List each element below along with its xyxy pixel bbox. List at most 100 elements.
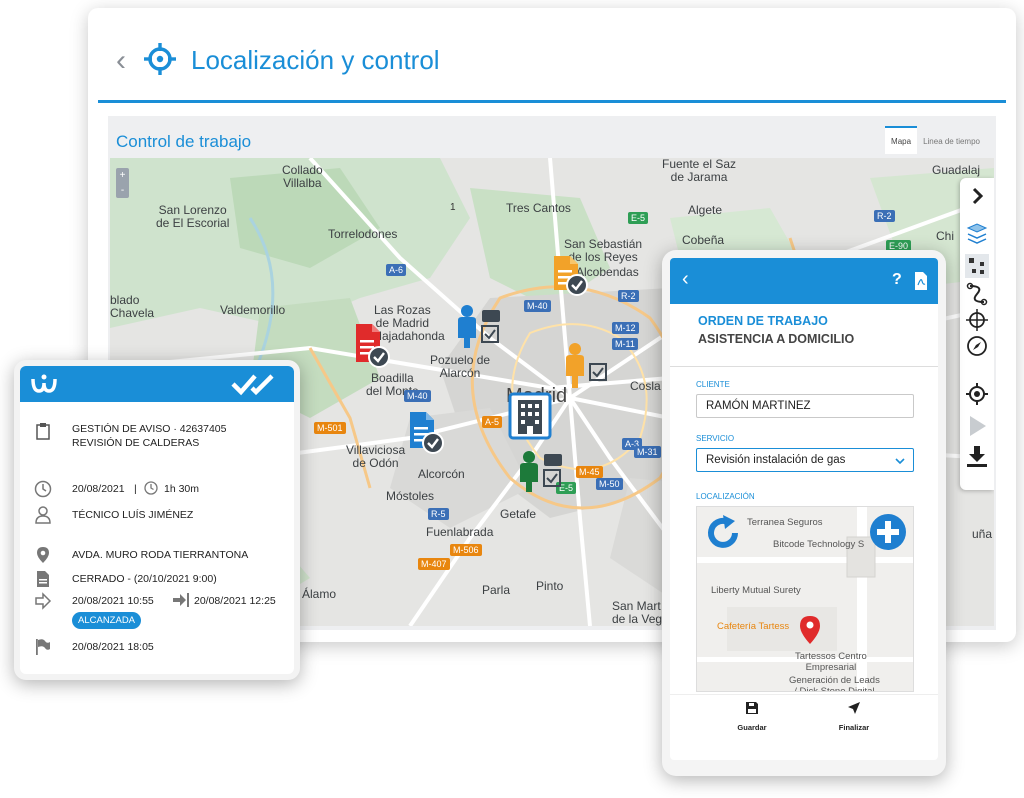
place-label: Getafe <box>500 507 537 521</box>
road-label: M-31 <box>634 446 661 458</box>
map-poi-label: Terranea Seguros <box>747 517 823 528</box>
grid-points-icon[interactable] <box>965 254 989 278</box>
work-order-subtitle: ASISTENCIA A DOMICILIO <box>698 332 855 346</box>
map-poi-label: Generación de Leads / Dick Stone Digital <box>789 675 880 692</box>
timer-icon <box>144 481 158 495</box>
tab-map[interactable]: Mapa <box>885 126 918 154</box>
chevron-right-icon[interactable] <box>965 184 989 208</box>
composite-stage: ‹ Localización y control Control de trab… <box>0 0 1024 798</box>
check-badge-icon <box>422 432 444 454</box>
back-chevron-icon[interactable]: ‹ <box>116 46 126 76</box>
date-separator: | <box>134 483 137 495</box>
road-label: M-40 <box>524 300 551 312</box>
notice-technician: TÉCNICO LUÍS JIMÉNEZ <box>72 509 194 521</box>
client-field[interactable]: RAMÓN MARTINEZ <box>696 394 914 418</box>
road-label: M-45 <box>576 466 603 478</box>
work-order-device: ‹ ? ORDEN DE TRABAJO ASISTENCIA A DOMICI… <box>662 250 946 776</box>
finish-button[interactable]: Finalizar <box>824 701 884 732</box>
road-label: M-40 <box>404 390 431 402</box>
compass-icon[interactable] <box>965 334 989 358</box>
notice-card: GESTIÓN DE AVISO · 42637405 REVISIÓN DE … <box>14 360 300 680</box>
file-icon <box>37 571 49 587</box>
tab-timeline[interactable]: Linea de tiempo <box>917 126 986 154</box>
notice-date: 20/08/2021 <box>72 483 125 495</box>
road-label: R-2 <box>874 210 895 222</box>
person-briefcase-icon <box>458 305 500 348</box>
download-icon[interactable] <box>965 444 989 468</box>
work-order-actions: Guardar Finalizar <box>670 694 938 738</box>
play-icon[interactable] <box>965 414 989 438</box>
road-label: M-407 <box>418 558 450 570</box>
zoom-out-button[interactable]: - <box>116 183 129 198</box>
brand-logo-icon <box>31 374 57 393</box>
place-label: Pinto <box>536 579 564 593</box>
map-poi-label: Tartessos Centro Empresarial <box>795 651 867 673</box>
zoom-control[interactable]: + - <box>116 168 129 198</box>
back-chevron-icon[interactable]: ‹ <box>682 268 689 291</box>
place-label: blado Chavela <box>110 293 155 320</box>
road-label: A-6 <box>386 264 407 276</box>
location-map[interactable]: Terranea Seguros Bitcode Technology S Li… <box>696 506 914 692</box>
service-label: SERVICIO <box>696 434 735 443</box>
help-button[interactable]: ? <box>892 271 902 289</box>
route-icon[interactable] <box>965 282 989 306</box>
document-marker-red[interactable] <box>354 324 390 369</box>
check-badge-icon <box>368 346 390 368</box>
add-icon[interactable] <box>869 513 907 551</box>
page-title: Localización y control <box>191 45 440 75</box>
zoom-in-button[interactable]: + <box>116 168 129 183</box>
clipboard-icon <box>36 423 50 440</box>
pdf-icon[interactable] <box>914 272 928 290</box>
place-label: Chi <box>936 229 955 243</box>
service-select[interactable]: Revisión instalación de gas <box>696 448 914 472</box>
double-check-icon <box>231 374 274 396</box>
notice-status: CERRADO - (20/10/2021 9:00) <box>72 573 217 585</box>
notice-subtitle: REVISIÓN DE CALDERAS <box>72 437 200 449</box>
technician-marker-orange[interactable] <box>564 342 608 393</box>
status-badge: ALCANZADA <box>72 612 142 629</box>
check-badge-icon <box>566 274 588 296</box>
technician-marker-green[interactable] <box>518 450 566 497</box>
place-label: Cobeña <box>682 233 725 247</box>
location-label: LOCALIZACIÓN <box>696 492 755 501</box>
client-label: CLIENTE <box>696 380 730 389</box>
place-label: Alcorcón <box>418 467 465 481</box>
place-label: Móstoles <box>386 489 435 503</box>
technician-marker-blue[interactable] <box>456 304 504 353</box>
arrow-into-icon <box>173 593 189 607</box>
save-icon <box>746 702 758 714</box>
view-tabs: Mapa Linea de tiempo <box>885 126 986 154</box>
send-icon <box>848 702 860 714</box>
road-label: M-506 <box>450 544 482 556</box>
building-marker[interactable] <box>508 392 552 445</box>
finish-button-label: Finalizar <box>838 723 870 732</box>
work-order-topbar: ‹ ? <box>670 258 938 304</box>
document-marker-blue[interactable] <box>408 412 444 455</box>
document-marker-orange[interactable] <box>552 256 588 297</box>
map-poi-label: Bitcode Technology S <box>773 539 865 550</box>
road-label: A-5 <box>482 416 503 428</box>
layers-icon[interactable] <box>965 222 989 246</box>
map-poi-label: Liberty Mutual Surety <box>711 585 801 596</box>
person-calendar-icon <box>566 343 607 388</box>
place-label: Tres Cantos <box>506 201 571 215</box>
refresh-icon[interactable] <box>705 515 741 551</box>
notice-finish-time: 20/08/2021 18:05 <box>72 641 154 653</box>
notice-duration: 1h 30m <box>164 483 200 495</box>
person-briefcase-icon <box>520 451 562 492</box>
place-label: Valdemorillo <box>220 303 286 317</box>
notice-start-time: 20/08/2021 10:55 <box>72 595 154 607</box>
road-label: M-501 <box>314 422 346 434</box>
map-toolbar <box>960 178 994 490</box>
page-header: ‹ Localización y control <box>88 8 1016 104</box>
chevron-down-icon <box>895 458 905 465</box>
save-button[interactable]: Guardar <box>722 701 782 732</box>
clock-icon <box>34 480 52 498</box>
save-button-label: Guardar <box>737 723 767 732</box>
service-select-value: Revisión instalación de gas <box>706 454 846 466</box>
target-grid-icon[interactable] <box>965 308 989 332</box>
locate-icon[interactable] <box>965 382 989 406</box>
road-label: M-12 <box>612 322 639 334</box>
road-label: M-11 <box>612 338 638 350</box>
notice-end-time: 20/08/2021 12:25 <box>194 595 276 607</box>
